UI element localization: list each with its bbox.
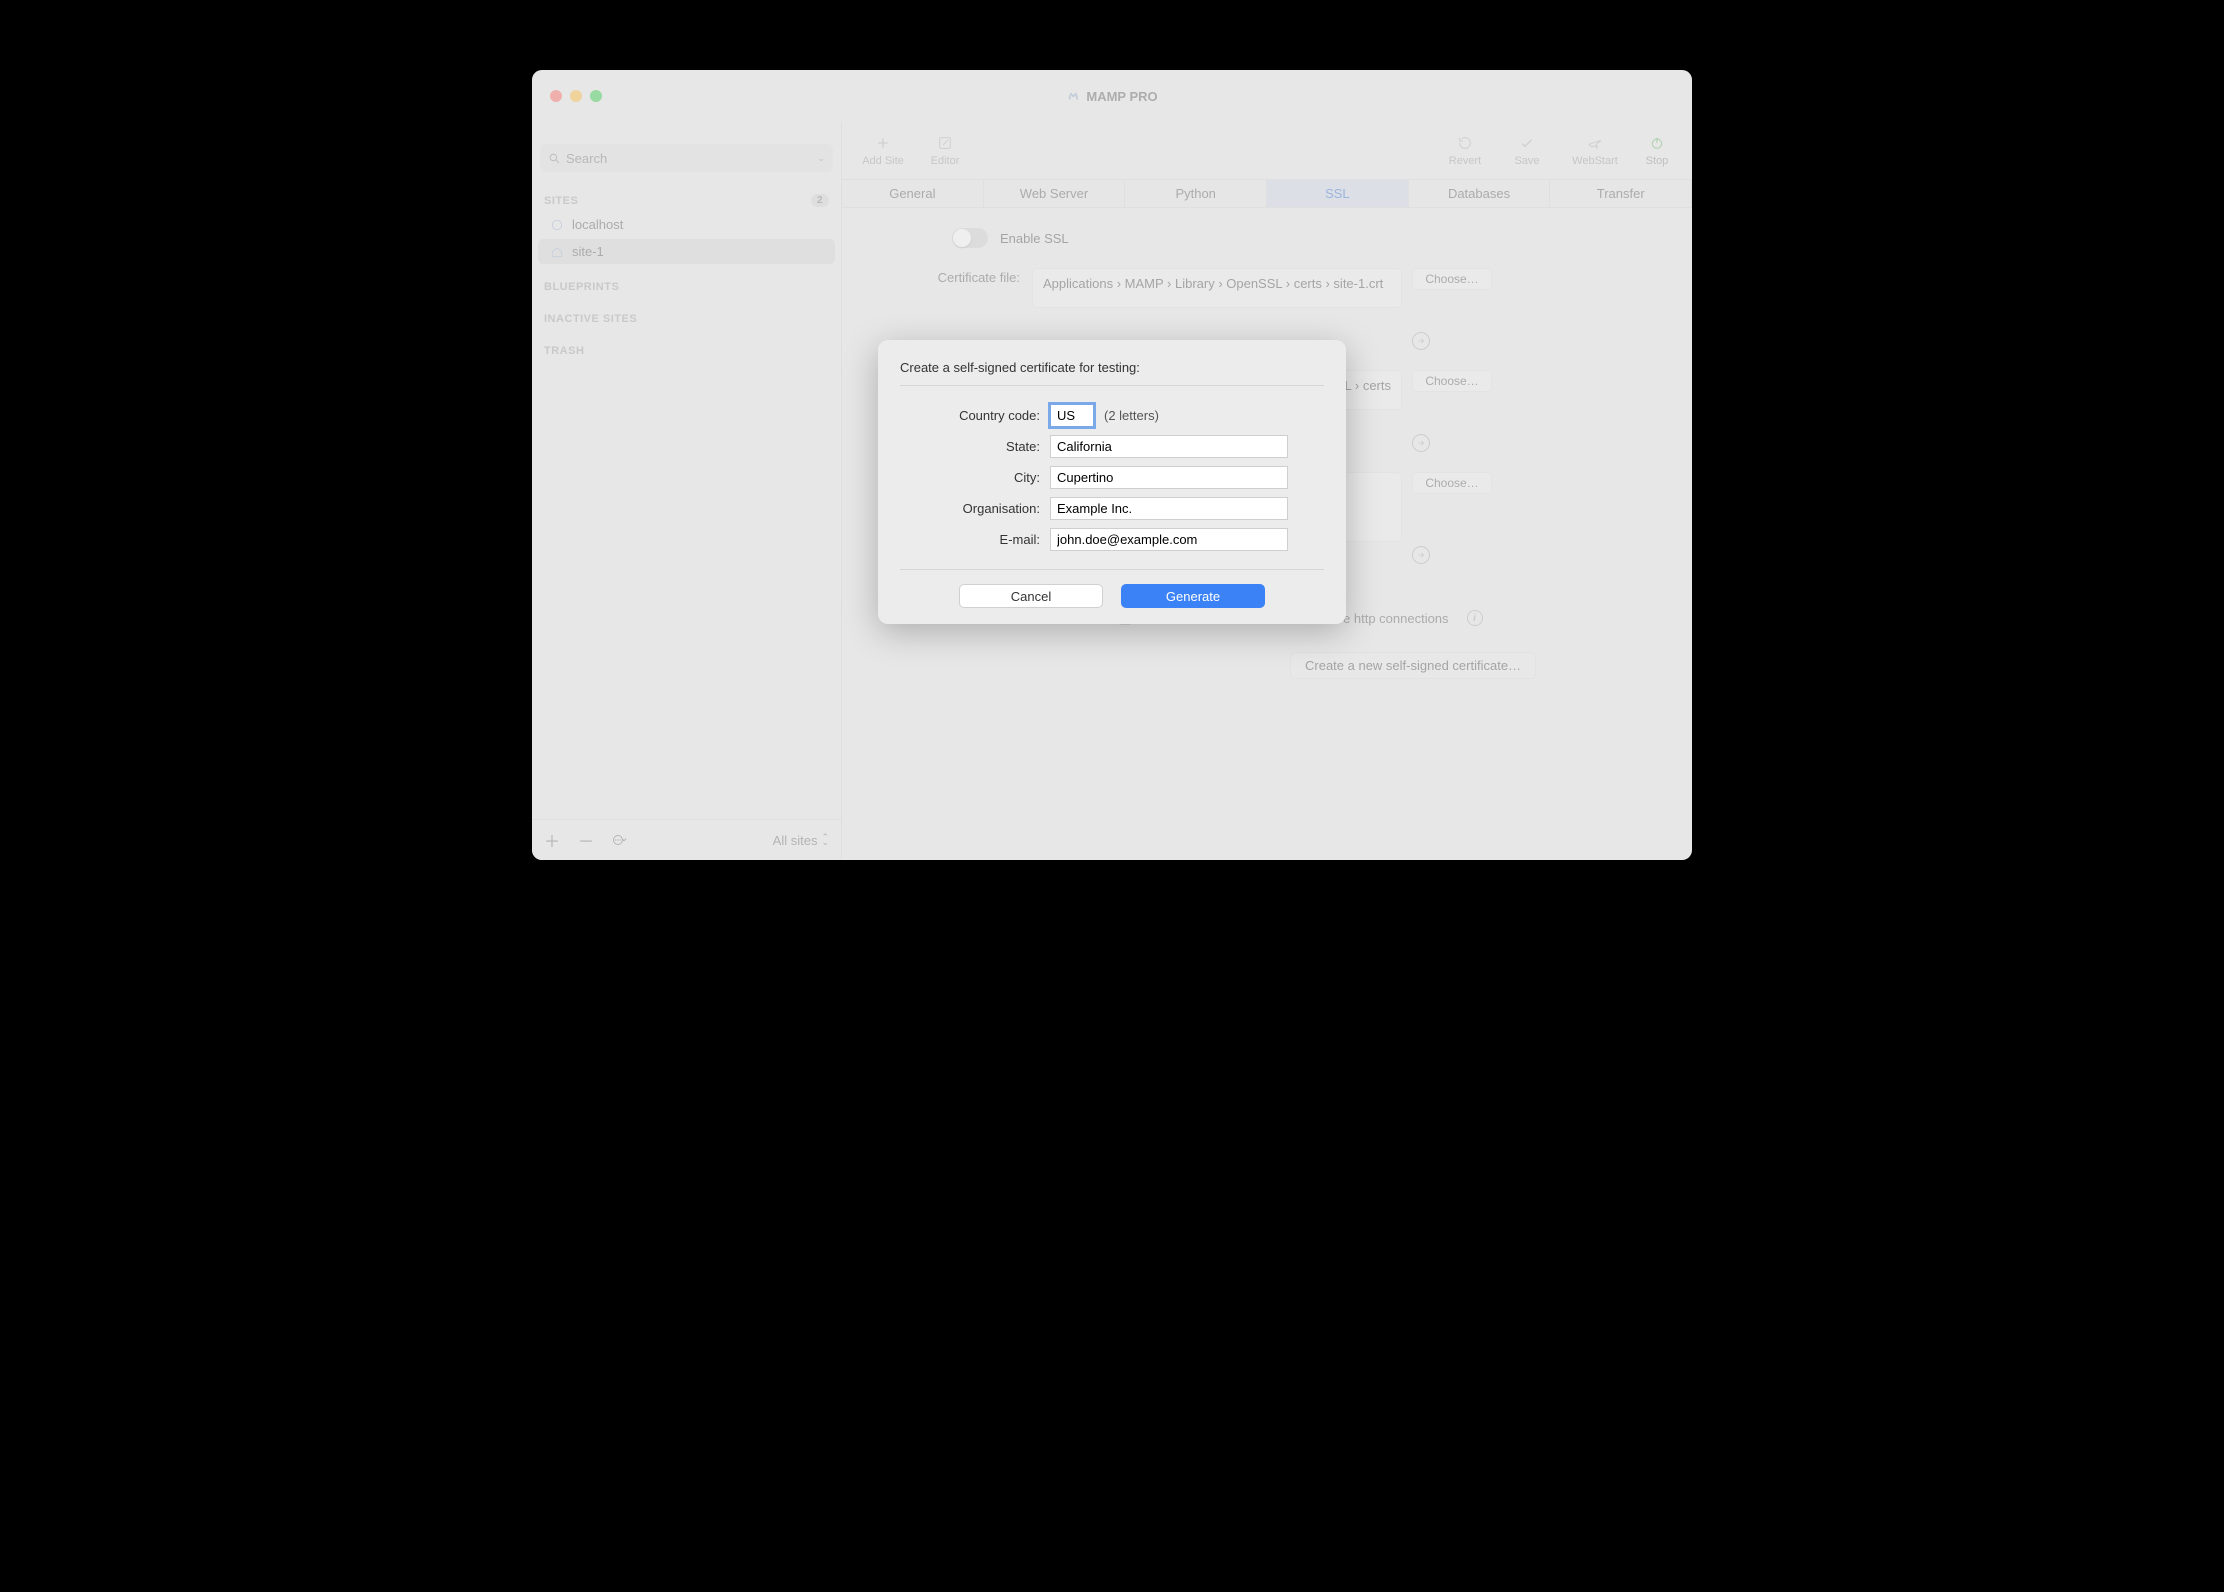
- country-hint: (2 letters): [1104, 408, 1159, 423]
- email-input[interactable]: [1050, 528, 1288, 551]
- state-label: State:: [900, 439, 1050, 454]
- city-label: City:: [900, 470, 1050, 485]
- cancel-button[interactable]: Cancel: [959, 584, 1103, 608]
- email-label: E-mail:: [900, 532, 1050, 547]
- app-window: MAMP PRO ⌄ SITES 2 localhost: [532, 70, 1692, 860]
- modal-title: Create a self-signed certificate for tes…: [900, 360, 1324, 386]
- city-input[interactable]: [1050, 466, 1288, 489]
- create-cert-modal: Create a self-signed certificate for tes…: [878, 340, 1346, 624]
- country-label: Country code:: [900, 408, 1050, 423]
- org-label: Organisation:: [900, 501, 1050, 516]
- org-input[interactable]: [1050, 497, 1288, 520]
- country-input[interactable]: [1050, 404, 1094, 427]
- state-input[interactable]: [1050, 435, 1288, 458]
- generate-button[interactable]: Generate: [1121, 584, 1265, 608]
